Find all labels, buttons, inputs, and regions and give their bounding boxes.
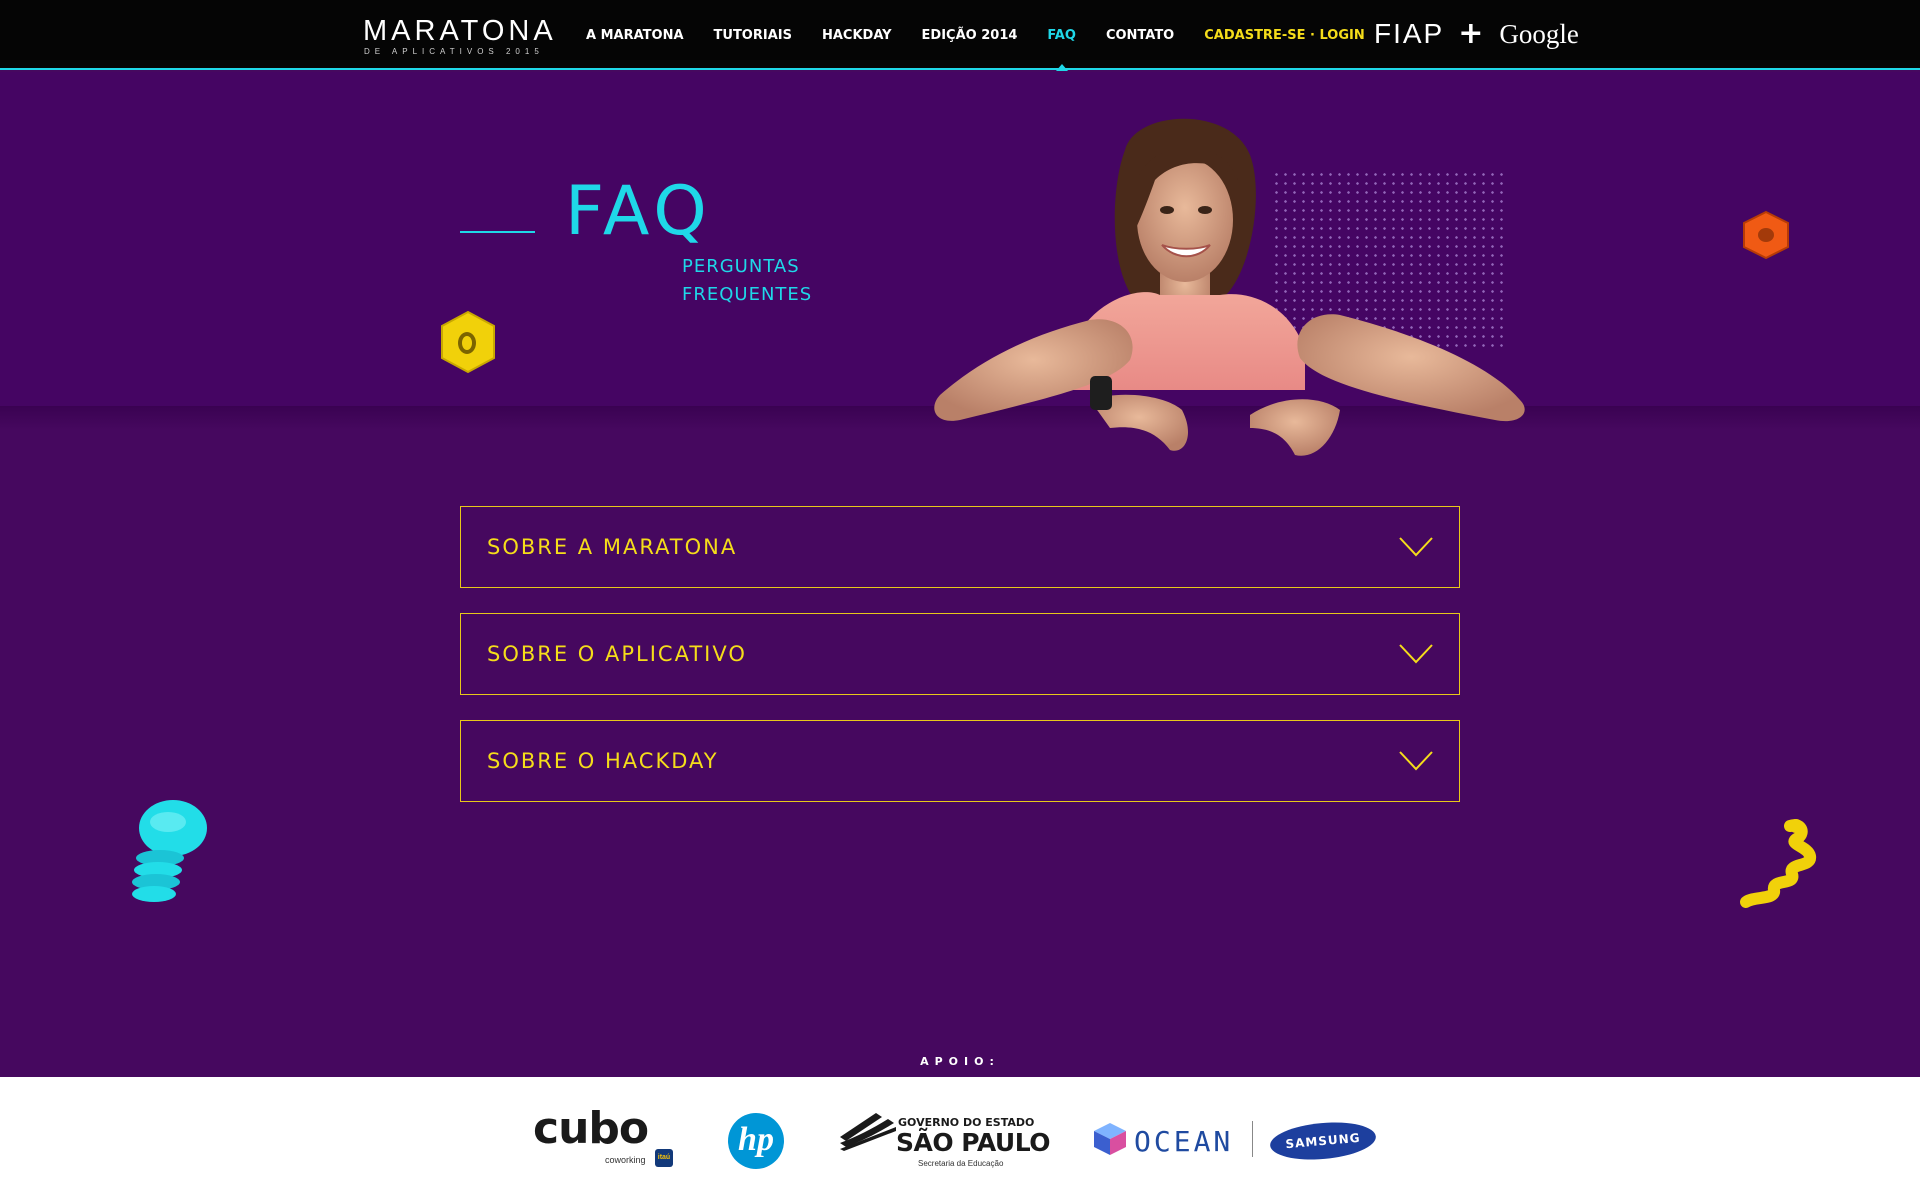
sponsors-footer: cubo coworking itaú hp GOVERNO DO ESTADO… — [0, 1077, 1920, 1202]
samsung-logo: SAMSUNG — [1268, 1118, 1378, 1164]
hp-logo[interactable]: hp — [728, 1113, 784, 1169]
nav-item-edicao-2014[interactable]: EDIÇÃO 2014 — [922, 28, 1018, 43]
ocean-cube-icon — [1094, 1123, 1126, 1155]
top-navigation-bar: MARATONA DE APLICATIVOS 2015 A MARATONA … — [0, 0, 1920, 71]
hero-person-image — [934, 118, 1525, 456]
signup-login-link[interactable]: CADASTRE-SE · LOGIN — [1204, 28, 1364, 43]
subtitle-line-1: PERGUNTAS — [682, 256, 800, 277]
nav-item-a-maratona[interactable]: A MARATONA — [586, 28, 684, 43]
plus-icon: + — [1458, 16, 1484, 51]
logo-title: MARATONA — [363, 15, 557, 47]
chevron-down-icon[interactable] — [1399, 644, 1433, 664]
faq-section-sobre-o-aplicativo[interactable]: SOBRE O APLICATIVO — [460, 613, 1460, 695]
apoio-label: APOIO: — [920, 1055, 1000, 1068]
sp-sub: Secretaria da Educação — [918, 1159, 1004, 1168]
cubo-logo-text: cubo — [533, 1103, 649, 1154]
nav-item-faq[interactable]: FAQ — [1047, 28, 1076, 71]
hp-logo-text: hp — [728, 1113, 784, 1169]
cubo-logo[interactable]: cubo coworking itaú — [533, 1107, 683, 1172]
governo-sp-logo[interactable]: GOVERNO DO ESTADO SÃO PAULO Secretaria d… — [838, 1111, 1051, 1173]
title-accent-line — [460, 231, 535, 233]
partners-logos: FIAP + Google — [1374, 18, 1579, 50]
nav-item-tutoriais[interactable]: TUTORIAIS — [714, 28, 792, 43]
yellow-hex-nut-icon — [441, 310, 495, 374]
faq-section-sobre-o-hackday[interactable]: SOBRE O HACKDAY — [460, 720, 1460, 802]
ocean-text: OCEAN — [1134, 1125, 1234, 1158]
faq-section-label: SOBRE A MARATONA — [487, 535, 738, 559]
maratona-logo[interactable]: MARATONA DE APLICATIVOS 2015 — [363, 16, 557, 56]
cubo-logo-subtext: coworking — [605, 1155, 646, 1165]
orange-hex-nut-icon — [1743, 210, 1789, 260]
faq-section-label: SOBRE O HACKDAY — [487, 749, 719, 773]
chevron-down-icon[interactable] — [1399, 751, 1433, 771]
ocean-samsung-logo[interactable]: OCEAN SAMSUNG — [1092, 1118, 1392, 1164]
itau-badge: itaú — [655, 1149, 673, 1167]
cyan-screw-icon — [132, 800, 207, 902]
logo-divider — [1252, 1121, 1253, 1157]
subtitle-line-2: FREQUENTES — [682, 284, 813, 305]
sp-main: SÃO PAULO — [896, 1128, 1051, 1157]
nav-item-hackday[interactable]: HACKDAY — [822, 28, 892, 43]
sp-stripes-icon — [840, 1113, 896, 1151]
page-subtitle: PERGUNTAS FREQUENTES — [682, 253, 812, 309]
yellow-spring-icon — [1740, 819, 1816, 908]
main-nav: A MARATONA TUTORIAIS HACKDAY EDIÇÃO 2014… — [586, 0, 1365, 71]
logo-subtitle: DE APLICATIVOS 2015 — [364, 47, 544, 56]
nav-item-contato[interactable]: CONTATO — [1106, 28, 1174, 43]
google-logo: Google — [1499, 18, 1579, 49]
chevron-down-icon[interactable] — [1399, 537, 1433, 557]
faq-accordion: SOBRE A MARATONA SOBRE O APLICATIVO SOBR… — [460, 506, 1460, 827]
fiap-logo: FIAP — [1374, 18, 1445, 49]
page-title: FAQ — [565, 172, 712, 251]
faq-section-label: SOBRE O APLICATIVO — [487, 642, 747, 666]
faq-section-sobre-a-maratona[interactable]: SOBRE A MARATONA — [460, 506, 1460, 588]
